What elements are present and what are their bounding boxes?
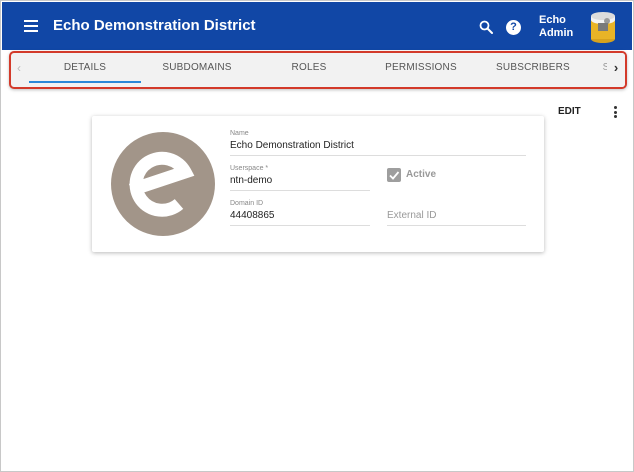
name-label: Name xyxy=(230,130,249,137)
tab-label: DETAILS xyxy=(63,62,107,73)
active-checkbox[interactable] xyxy=(387,168,401,182)
tab-subdomains[interactable]: SUBDOMAINS xyxy=(141,53,253,87)
external-id-field[interactable]: External ID xyxy=(387,210,526,226)
tab-label: PERMISSIONS xyxy=(385,62,457,73)
app-window: Echo Demonstration District ? Echo Admin… xyxy=(0,0,634,472)
echo-logo-icon xyxy=(111,132,215,236)
tab-scroll-left-icon[interactable]: ‹ xyxy=(11,53,27,87)
menu-icon[interactable] xyxy=(24,20,38,32)
external-id-placeholder: External ID xyxy=(387,210,526,226)
tab-label: ROLES xyxy=(291,62,327,73)
tab-bar: ‹ DETAILS SUBDOMAINS ROLES PERMISSIONS S… xyxy=(9,51,627,89)
domain-details-card: Name Echo Demonstration District Userspa… xyxy=(92,116,544,252)
edit-button[interactable]: EDIT xyxy=(558,106,581,117)
user-name[interactable]: Echo Admin xyxy=(539,14,579,40)
check-icon xyxy=(389,171,400,180)
domain-id-value[interactable]: 44408865 xyxy=(230,210,370,226)
tab-subscribers[interactable]: SUBSCRIBERS xyxy=(477,53,589,87)
user-avatar-icon[interactable] xyxy=(589,10,617,44)
domain-id-label: Domain ID xyxy=(230,200,264,207)
active-tab-indicator xyxy=(29,81,141,83)
domain-id-field[interactable]: Domain ID 44408865 xyxy=(230,200,370,226)
help-icon[interactable]: ? xyxy=(506,20,521,35)
tab-label: SUBSCRIBERS xyxy=(496,62,570,73)
tab-permissions[interactable]: PERMISSIONS xyxy=(365,53,477,87)
more-vert-icon[interactable] xyxy=(614,106,618,120)
name-value[interactable]: Echo Demonstration District xyxy=(230,140,526,156)
app-bar: Echo Demonstration District ? Echo Admin xyxy=(2,2,632,50)
tab-roles[interactable]: ROLES xyxy=(253,53,365,87)
tab-label: SUBDOMAINS xyxy=(162,62,232,73)
active-label: Active xyxy=(406,169,437,180)
search-icon[interactable] xyxy=(479,20,493,34)
userspace-label: Userspace * xyxy=(230,165,269,172)
userspace-field[interactable]: Userspace * ntn-demo xyxy=(230,165,370,191)
name-field[interactable]: Name Echo Demonstration District xyxy=(230,130,526,156)
page-title: Echo Demonstration District xyxy=(53,17,256,34)
tab-scroll-right-icon[interactable]: › xyxy=(607,53,625,87)
userspace-value[interactable]: ntn-demo xyxy=(230,175,370,191)
